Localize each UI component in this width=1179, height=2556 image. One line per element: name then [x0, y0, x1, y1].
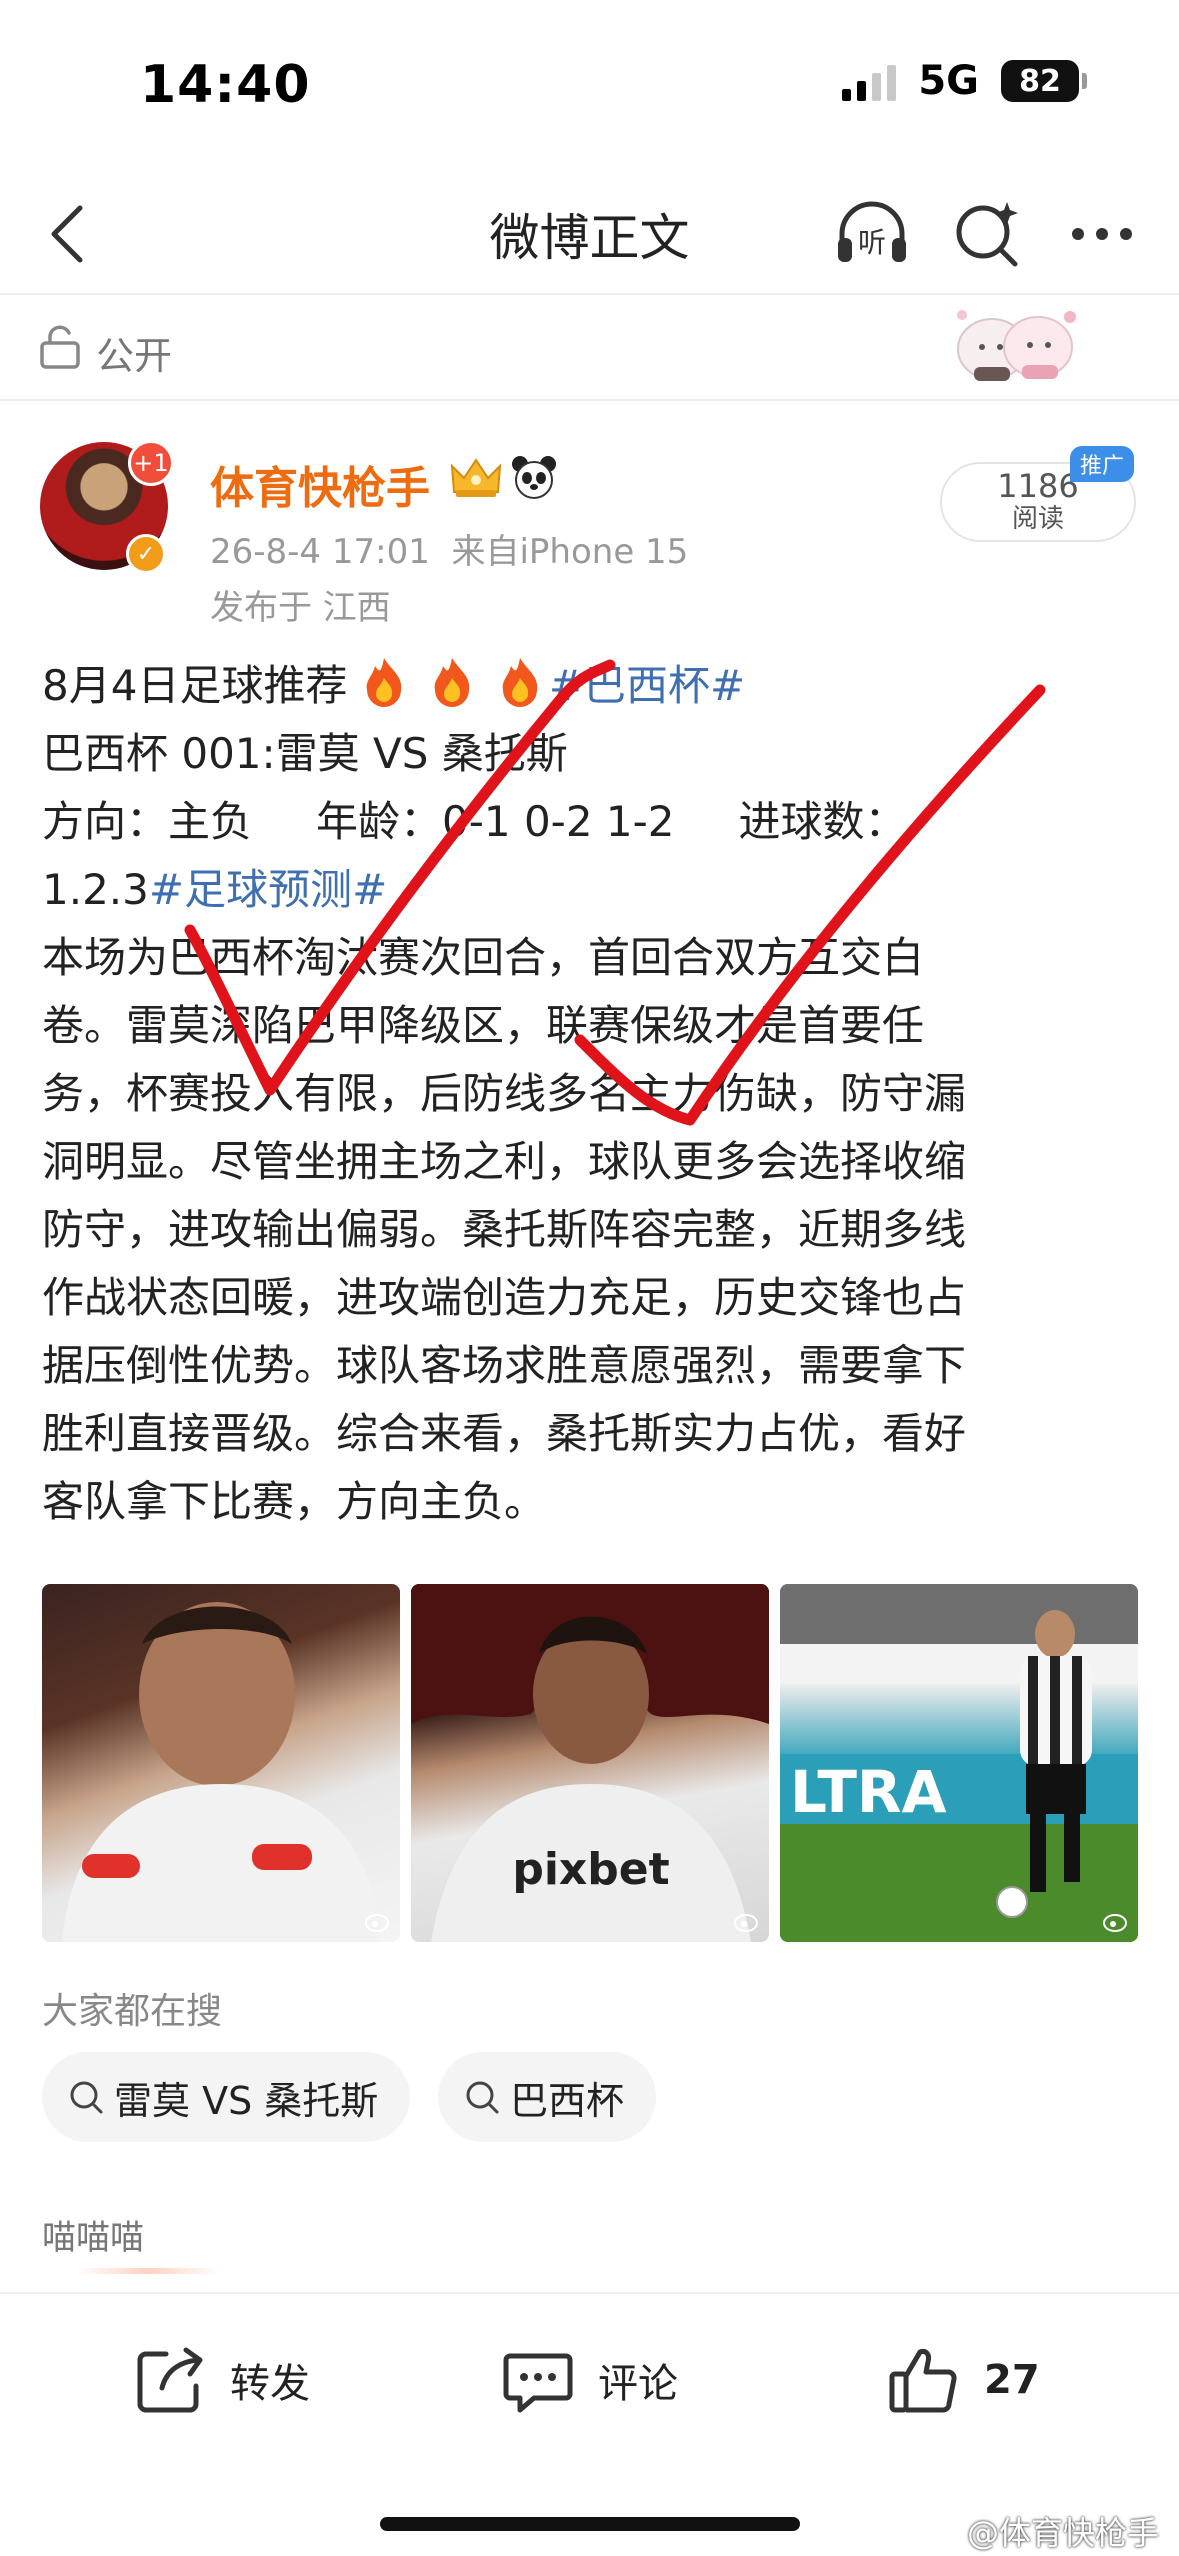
visibility-label: 公开 — [96, 334, 173, 378]
search-icon — [70, 2081, 103, 2114]
cute-sticker-icon — [957, 310, 1076, 381]
nav-bar: 微博正文 听 — [0, 170, 1179, 295]
watermark: @体育快枪手 — [923, 2508, 1159, 2554]
player-photo — [62, 1602, 382, 1942]
post-line-4: 1.2.3#足球预测# — [42, 856, 1142, 924]
goals-values: 1.2.3 — [42, 865, 149, 914]
watermark-text: @体育快枪手 — [966, 2514, 1159, 2552]
post-image-1[interactable] — [42, 1584, 400, 1942]
comment-label: 评论 — [598, 2361, 678, 2407]
like-count: 27 — [984, 2357, 1040, 2403]
hashtag-link[interactable]: #足球预测# — [149, 865, 387, 914]
ai-search-icon[interactable] — [945, 192, 1029, 276]
hashtag-link[interactable]: #巴西杯# — [549, 661, 745, 710]
battery-level: 82 — [1019, 63, 1061, 99]
post-image-2[interactable]: pixbet — [411, 1584, 769, 1942]
comment-icon — [503, 2353, 573, 2413]
panda-icon — [512, 456, 556, 499]
svg-text:LTRA: LTRA — [790, 1758, 947, 1826]
avatar-plus-badge: +1 — [128, 440, 174, 486]
post-location: 发布于 江西 — [210, 588, 391, 628]
fire-emoji-icon — [434, 658, 470, 707]
player-photo: LTRA — [780, 1584, 1138, 1942]
search-chip-label: 巴西杯 — [510, 2078, 625, 2123]
post-image-3[interactable]: LTRA — [780, 1584, 1138, 1942]
action-bar: 转发 评论 27 — [0, 2292, 1179, 2462]
promo-tag: 推广 — [1070, 446, 1135, 482]
home-indicator[interactable] — [380, 2517, 800, 2531]
body-line: 本场为巴西杯淘汰赛次回合，首回合双方互交白 — [42, 933, 925, 982]
post-line-1: 8月4日足球推荐 #巴西杯# — [42, 652, 1142, 720]
comment-preview[interactable]: 喵喵喵 — [42, 2210, 144, 2259]
battery-icon: 82 — [1001, 60, 1087, 102]
author-name[interactable]: 体育快枪手 — [210, 452, 430, 516]
forward-icon — [137, 2347, 203, 2413]
status-bar: 14:40 5G 82 — [0, 0, 1179, 170]
visibility-row[interactable]: 公开 — [0, 297, 1179, 401]
weibo-watermark-icon — [1103, 1914, 1127, 1932]
hot-search-title: 大家都在搜 — [42, 1991, 223, 2032]
like-button[interactable]: 27 — [886, 2342, 1040, 2418]
goals-label: 进球数： — [738, 797, 907, 846]
post-date-title: 8月4日足球推荐 — [42, 661, 348, 710]
post-timestamp-source: 26-8-4 17:01 来自iPhone 15 — [210, 532, 689, 572]
weibo-logo-icon — [923, 2518, 961, 2546]
views-label: 阅读 — [1011, 504, 1064, 534]
forward-button[interactable]: 转发 — [132, 2342, 310, 2418]
forward-label: 转发 — [230, 2361, 310, 2407]
post-line-2: 巴西杯 001:雷莫 VS 桑托斯 — [42, 729, 568, 778]
search-chip[interactable]: 巴西杯 — [438, 2052, 657, 2142]
listen-headphones-icon[interactable]: 听 — [830, 192, 914, 276]
post-content: 8月4日足球推荐 #巴西杯# 巴西杯 001:雷莫 VS 桑托斯 方向：主负 年龄… — [42, 652, 1142, 1536]
svg-text:pixbet: pixbet — [512, 1844, 669, 1895]
signal-icon — [842, 61, 897, 101]
crown-badge-icon — [450, 458, 502, 497]
verified-icon: ✓ — [126, 534, 166, 574]
search-chip[interactable]: 雷莫 VS 桑托斯 — [42, 2052, 411, 2142]
search-icon — [466, 2081, 499, 2114]
direction-text: 方向：主负 — [42, 797, 253, 846]
status-time: 14:40 — [140, 55, 311, 115]
body-line: 胜利直接晋级。综合来看，桑托斯实力占优，看好 — [42, 1409, 967, 1458]
comment-highlight — [76, 2268, 220, 2274]
age-text: 年龄：0-1 0-2 1-2 — [316, 797, 675, 846]
body-line: 据压倒性优势。球队客场求胜意愿强烈，需要拿下 — [42, 1341, 967, 1390]
unlock-icon — [40, 325, 80, 369]
body-line: 作战状态回暖，进攻端创造力充足，历史交锋也占 — [42, 1273, 967, 1322]
fire-emoji-icon — [502, 658, 538, 707]
status-indicators: 5G 82 — [842, 58, 1087, 104]
body-line: 洞明显。尽管坐拥主场之利，球队更多会选择收缩 — [42, 1137, 967, 1186]
thumbs-up-icon — [889, 2349, 957, 2413]
body-line: 防守，进攻输出偏弱。桑托斯阵容完整，近期多线 — [42, 1205, 967, 1254]
fire-emoji-icon — [366, 658, 402, 707]
player-photo: pixbet — [411, 1584, 769, 1942]
more-icon[interactable] — [1060, 192, 1144, 276]
body-line: 卷。雷莫深陷巴甲降级区，联赛保级才是首要任 — [42, 1001, 925, 1050]
svg-text:听: 听 — [858, 226, 886, 259]
comment-button[interactable]: 评论 — [500, 2342, 678, 2418]
weibo-watermark-icon — [365, 1914, 389, 1932]
post-line-3: 方向：主负 年龄：0-1 0-2 1-2 进球数： — [42, 788, 1142, 856]
body-line: 客队拿下比赛，方向主负。 — [42, 1477, 547, 1526]
network-label: 5G — [918, 58, 979, 104]
weibo-watermark-icon — [734, 1914, 758, 1932]
body-line: 务，杯赛投入有限，后防线多名主力伤缺，防守漏 — [42, 1069, 967, 1118]
search-chip-label: 雷莫 VS 桑托斯 — [114, 2078, 379, 2123]
